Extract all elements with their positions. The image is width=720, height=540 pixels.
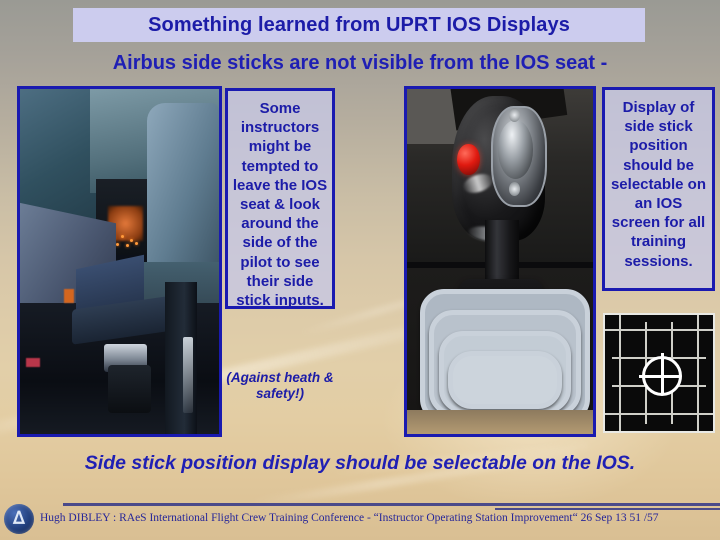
logo-bird-glyph: ᐃ <box>13 508 25 528</box>
airbus-side-stick-photo <box>404 86 596 437</box>
raes-logo-icon: ᐃ <box>4 504 34 534</box>
axis-tick <box>633 424 657 431</box>
side-stick-grip <box>107 365 152 414</box>
callout-instructors: Some instructors might be tempted to lea… <box>225 88 335 309</box>
axis-tick <box>706 345 713 367</box>
callout-display-recommendation: Display of side stick position should be… <box>602 87 715 291</box>
side-stick-trim-switch <box>498 120 534 179</box>
slide-subtitle: Airbus side sticks are not visible from … <box>112 52 608 74</box>
pilot-seat-back <box>147 102 219 283</box>
pedestal-ring <box>447 351 563 410</box>
red-takeover-button <box>457 144 480 176</box>
bottom-headline: Side stick position display should be se… <box>84 452 636 474</box>
footer-divider-secondary <box>495 508 720 510</box>
axis-tick <box>605 375 612 397</box>
axis-tick <box>665 424 687 431</box>
grid-line-horizontal <box>605 413 713 415</box>
axis-tick <box>633 315 657 322</box>
light-reflection <box>183 337 194 414</box>
orange-indicator <box>63 289 74 303</box>
stick-position-crosshair-icon <box>639 353 682 396</box>
footer-divider <box>63 503 720 506</box>
axis-tick <box>605 345 612 367</box>
grid-line-horizontal <box>605 329 713 331</box>
slide-title-band: Something learned from UPRT IOS Displays <box>73 8 645 42</box>
cockpit-interior-photo <box>17 86 222 437</box>
axis-tick <box>706 375 713 397</box>
slide-title: Something learned from UPRT IOS Displays <box>148 13 570 36</box>
red-indicator <box>25 358 40 367</box>
side-stick-position-display <box>603 313 715 433</box>
photo-floor-strip <box>407 409 593 434</box>
axis-tick <box>665 315 687 322</box>
footer-text: Hugh DIBLEY : RAeS International Flight … <box>40 512 659 524</box>
callout-health-safety-note: (Against heath & safety!) <box>226 370 334 402</box>
